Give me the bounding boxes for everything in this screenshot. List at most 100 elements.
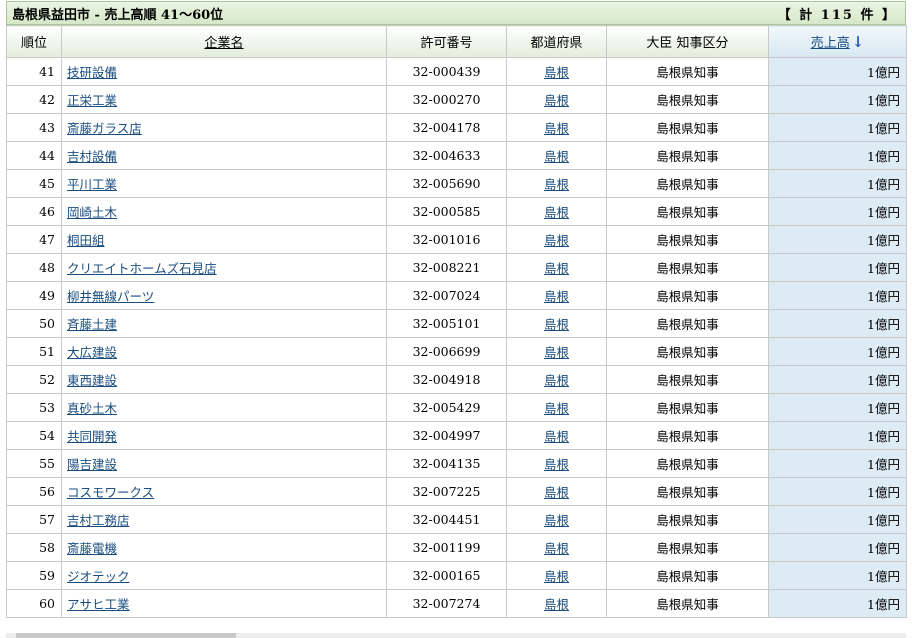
license-number-cell: 32-006699 — [386, 337, 507, 366]
sort-sales-link[interactable]: 売上高 — [811, 36, 850, 51]
prefecture-link[interactable]: 島根 — [544, 429, 569, 444]
company-name-cell: 吉村設備 — [61, 141, 387, 170]
table-row: 50 斉藤土建 32-005101 島根 島根県知事 1億円 — [6, 309, 907, 338]
license-number-cell: 32-004451 — [386, 505, 507, 534]
company-name-link[interactable]: 吉村工務店 — [67, 513, 130, 528]
table-row: 49 柳井無線パーツ 32-007024 島根 島根県知事 1億円 — [6, 281, 907, 310]
sales-cell: 1億円 — [768, 393, 907, 422]
prefecture-link[interactable]: 島根 — [544, 65, 569, 80]
prefecture-cell: 島根 — [506, 253, 607, 282]
company-name-link[interactable]: 斎藤電機 — [67, 541, 117, 556]
column-header-sales[interactable]: 売上高 ↓ — [768, 25, 907, 58]
company-name-link[interactable]: 共同開発 — [67, 429, 117, 444]
sales-cell: 1億円 — [768, 561, 907, 590]
license-number-cell: 32-000270 — [386, 85, 507, 114]
prefecture-link[interactable]: 島根 — [544, 261, 569, 276]
company-name-link[interactable]: 桐田組 — [67, 233, 105, 248]
sales-cell: 1億円 — [768, 253, 907, 282]
table-header-row: 順位 企業名 許可番号 都道府県 大臣 知事区分 売上高 ↓ — [6, 25, 907, 58]
license-number-cell: 32-004633 — [386, 141, 507, 170]
table-row: 57 吉村工務店 32-004451 島根 島根県知事 1億円 — [6, 505, 907, 534]
company-name-cell: 斉藤土建 — [61, 309, 387, 338]
table-row: 47 桐田組 32-001016 島根 島根県知事 1億円 — [6, 225, 907, 254]
prefecture-link[interactable]: 島根 — [544, 205, 569, 220]
column-header-category: 大臣 知事区分 — [606, 25, 769, 58]
prefecture-link[interactable]: 島根 — [544, 457, 569, 472]
company-name-link[interactable]: 技研設備 — [67, 65, 117, 80]
category-cell: 島根県知事 — [606, 85, 769, 114]
rank-cell: 47 — [6, 225, 62, 254]
company-name-link[interactable]: 斎藤ガラス店 — [67, 121, 142, 136]
prefecture-link[interactable]: 島根 — [544, 93, 569, 108]
company-name-cell: 正栄工業 — [61, 85, 387, 114]
company-name-link[interactable]: ジオテック — [67, 569, 130, 584]
prefecture-link[interactable]: 島根 — [544, 121, 569, 136]
rank-cell: 54 — [6, 421, 62, 450]
table-row: 46 岡崎土木 32-000585 島根 島根県知事 1億円 — [6, 197, 907, 226]
scrollbar-thumb[interactable] — [16, 633, 236, 638]
prefecture-link[interactable]: 島根 — [544, 177, 569, 192]
category-cell: 島根県知事 — [606, 337, 769, 366]
company-name-cell: 桐田組 — [61, 225, 387, 254]
prefecture-link[interactable]: 島根 — [544, 317, 569, 332]
sales-cell: 1億円 — [768, 421, 907, 450]
prefecture-link[interactable]: 島根 — [544, 569, 569, 584]
category-cell: 島根県知事 — [606, 505, 769, 534]
company-name-link[interactable]: 東西建設 — [67, 373, 117, 388]
company-name-link[interactable]: 陽吉建設 — [67, 457, 117, 472]
rank-cell: 52 — [6, 365, 62, 394]
prefecture-link[interactable]: 島根 — [544, 541, 569, 556]
license-number-cell: 32-001199 — [386, 533, 507, 562]
license-number-cell: 32-007274 — [386, 589, 507, 618]
company-name-link[interactable]: 柳井無線パーツ — [67, 289, 154, 304]
company-name-link[interactable]: 正栄工業 — [67, 93, 117, 108]
company-name-link[interactable]: 岡崎土木 — [67, 205, 117, 220]
prefecture-cell: 島根 — [506, 449, 607, 478]
prefecture-link[interactable]: 島根 — [544, 401, 569, 416]
license-number-cell: 32-000439 — [386, 57, 507, 86]
sales-cell: 1億円 — [768, 589, 907, 618]
company-name-link[interactable]: アサヒ工業 — [67, 597, 130, 612]
company-name-link[interactable]: 吉村設備 — [67, 149, 117, 164]
prefecture-cell: 島根 — [506, 589, 607, 618]
prefecture-cell: 島根 — [506, 169, 607, 198]
sales-cell: 1億円 — [768, 85, 907, 114]
prefecture-link[interactable]: 島根 — [544, 345, 569, 360]
company-name-link[interactable]: 真砂土木 — [67, 401, 117, 416]
company-name-cell: 真砂土木 — [61, 393, 387, 422]
sales-cell: 1億円 — [768, 365, 907, 394]
arrow-down-icon: ↓ — [851, 33, 865, 51]
prefecture-link[interactable]: 島根 — [544, 597, 569, 612]
prefecture-cell: 島根 — [506, 141, 607, 170]
company-name-cell: アサヒ工業 — [61, 589, 387, 618]
total-count: 【 計 115 件 】 — [777, 7, 897, 23]
prefecture-link[interactable]: 島根 — [544, 289, 569, 304]
prefecture-link[interactable]: 島根 — [544, 513, 569, 528]
prefecture-cell: 島根 — [506, 337, 607, 366]
license-number-cell: 32-007024 — [386, 281, 507, 310]
company-name-link[interactable]: 大広建設 — [67, 345, 117, 360]
prefecture-link[interactable]: 島根 — [544, 149, 569, 164]
prefecture-link[interactable]: 島根 — [544, 485, 569, 500]
prefecture-link[interactable]: 島根 — [544, 233, 569, 248]
company-name-link[interactable]: クリエイトホームズ石見店 — [67, 261, 217, 276]
prefecture-link[interactable]: 島根 — [544, 373, 569, 388]
rank-cell: 44 — [6, 141, 62, 170]
ranking-table: 順位 企業名 許可番号 都道府県 大臣 知事区分 売上高 ↓ 41 技研設備 32-0… — [6, 25, 907, 618]
rank-cell: 48 — [6, 253, 62, 282]
company-name-link[interactable]: 斉藤土建 — [67, 317, 117, 332]
category-cell: 島根県知事 — [606, 533, 769, 562]
category-cell: 島根県知事 — [606, 477, 769, 506]
table-row: 51 大広建設 32-006699 島根 島根県知事 1億円 — [6, 337, 907, 366]
table-row: 44 吉村設備 32-004633 島根 島根県知事 1億円 — [6, 141, 907, 170]
ranking-panel: 島根県益田市 - 売上高順 41～60位 【 計 115 件 】 順位 企業名 … — [6, 1, 907, 618]
category-cell: 島根県知事 — [606, 309, 769, 338]
prefecture-cell: 島根 — [506, 197, 607, 226]
horizontal-scrollbar[interactable] — [6, 633, 906, 638]
table-row: 56 コスモワークス 32-007225 島根 島根県知事 1億円 — [6, 477, 907, 506]
company-name-link[interactable]: 平川工業 — [67, 177, 117, 192]
company-name-link[interactable]: コスモワークス — [67, 485, 154, 500]
category-cell: 島根県知事 — [606, 141, 769, 170]
prefecture-cell: 島根 — [506, 225, 607, 254]
rank-cell: 42 — [6, 85, 62, 114]
